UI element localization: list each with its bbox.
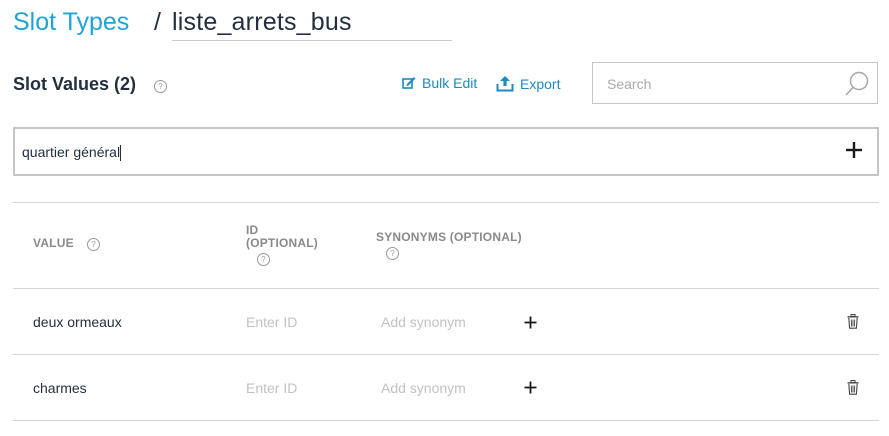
question-circle-icon[interactable]: ?: [87, 238, 100, 251]
plus-icon[interactable]: [524, 316, 537, 329]
row-synonym-input[interactable]: Add synonym: [381, 380, 466, 396]
breadcrumb-separator: /: [154, 8, 161, 36]
row-synonym-input[interactable]: Add synonym: [381, 314, 466, 330]
column-header-id-line2: (OPTIONAL): [246, 236, 318, 250]
slot-values-title: Slot Values (2): [13, 74, 137, 94]
question-circle-icon[interactable]: ?: [257, 253, 270, 266]
plus-icon[interactable]: [845, 141, 863, 159]
slot-type-name-field[interactable]: liste_arrets_bus: [172, 6, 452, 41]
question-circle-icon[interactable]: ?: [154, 80, 167, 93]
row-id-input[interactable]: Enter ID: [246, 380, 297, 396]
export-label: Export: [520, 75, 561, 92]
table-top-divider: [13, 202, 879, 203]
upload-icon: [496, 76, 514, 92]
question-circle-icon[interactable]: ?: [386, 247, 399, 260]
magnifier-icon[interactable]: [843, 70, 871, 98]
text-caret: [120, 145, 122, 162]
column-header-id: ID (OPTIONAL): [246, 224, 336, 250]
plus-icon[interactable]: [524, 381, 537, 394]
search-box[interactable]: [592, 62, 878, 104]
table-bottom-divider: [13, 420, 879, 421]
row-value: charmes: [33, 380, 87, 396]
search-input[interactable]: [607, 76, 837, 92]
table-header-divider: [13, 288, 879, 289]
new-slot-value-field[interactable]: quartier général: [13, 127, 879, 176]
new-slot-value-text: quartier général: [22, 144, 121, 160]
column-header-value: VALUE: [33, 236, 74, 250]
row-id-input[interactable]: Enter ID: [246, 314, 297, 330]
column-header-synonyms: SYNONYMS (OPTIONAL): [376, 230, 522, 244]
export-button[interactable]: Export: [496, 75, 560, 92]
row-value: deux ormeaux: [33, 314, 122, 330]
trash-icon[interactable]: [847, 314, 859, 329]
trash-icon[interactable]: [847, 380, 859, 395]
breadcrumb-slot-types-link[interactable]: Slot Types: [13, 6, 129, 38]
slot-type-name-text: liste_arrets_bus: [172, 8, 352, 36]
pencil-square-icon: [402, 77, 416, 89]
bulk-edit-label: Bulk Edit: [422, 75, 478, 91]
table-row-divider: [13, 354, 879, 355]
bulk-edit-button[interactable]: Bulk Edit: [402, 75, 477, 91]
new-slot-value-input[interactable]: quartier général: [22, 144, 122, 162]
